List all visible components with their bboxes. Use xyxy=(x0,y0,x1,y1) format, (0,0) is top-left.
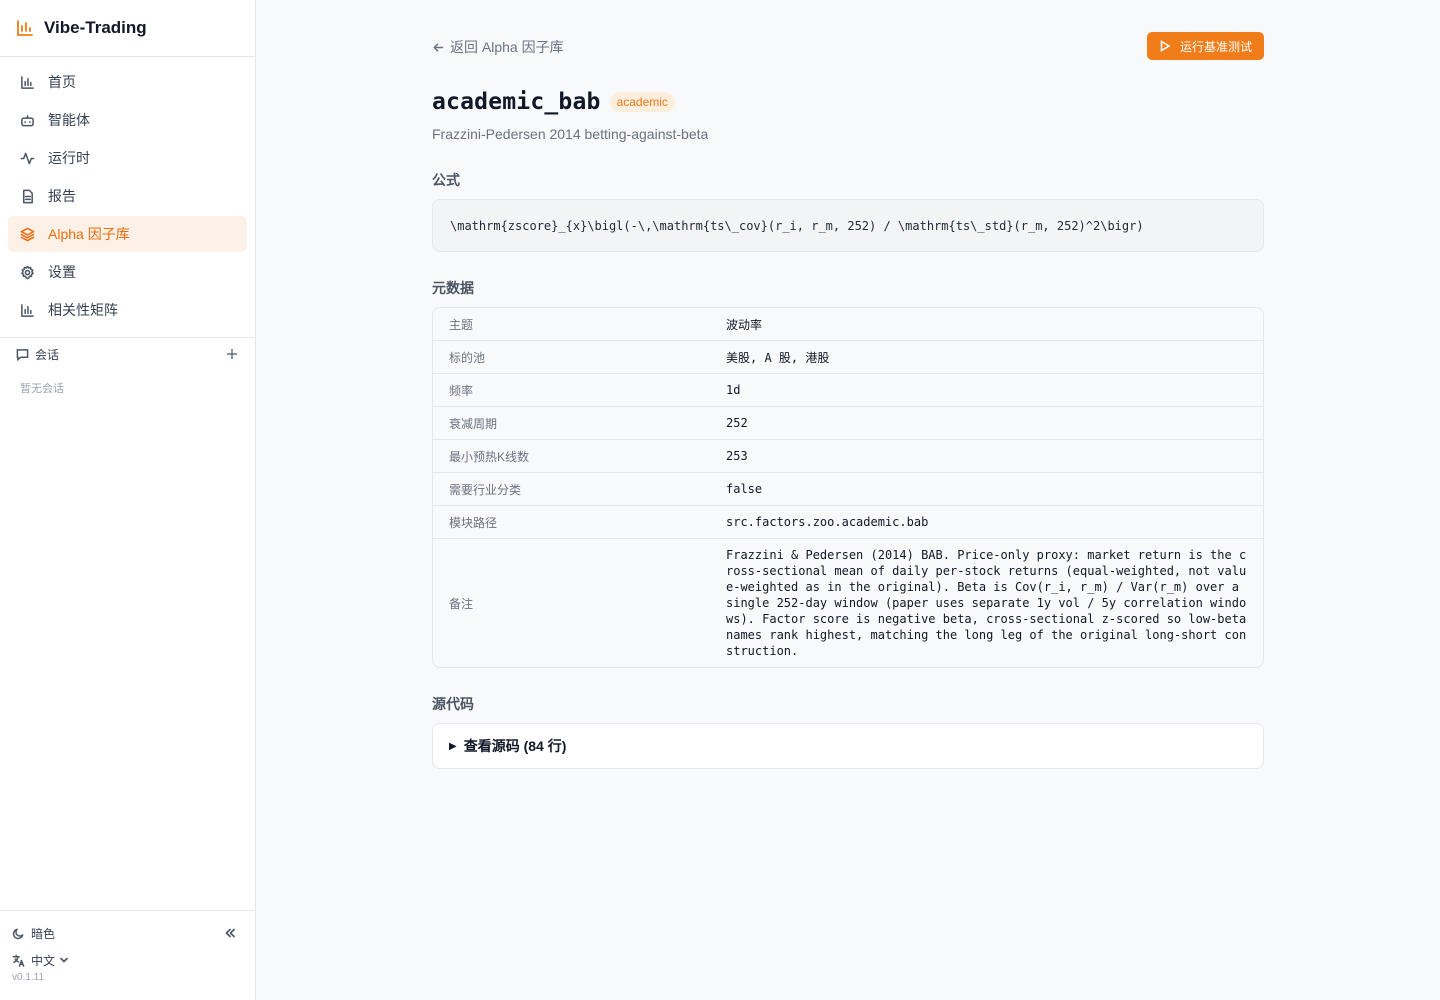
translate-icon xyxy=(12,954,25,967)
app-version: v0.1.11 xyxy=(12,972,45,983)
main-content: 返回 Alpha 因子库 运行基准测试 academic_bab academi… xyxy=(432,0,1264,769)
sidebar-item-correlation-matrix[interactable]: 相关性矩阵 xyxy=(8,292,247,328)
metadata-key: 标的池 xyxy=(449,350,486,365)
sessions-label: 会话 xyxy=(35,347,60,362)
metadata-key: 衰减周期 xyxy=(449,416,498,431)
factor-subtitle: Frazzini-Pedersen 2014 betting-against-b… xyxy=(432,126,709,142)
source-heading: 源代码 xyxy=(432,696,474,712)
bar-chart-icon xyxy=(21,303,34,317)
formula-box: \mathrm{zscore}_{x}\bigl(-\,\mathrm{ts\_… xyxy=(432,199,1264,252)
page-title: academic_bab xyxy=(432,89,601,115)
metadata-key: 最小预热K线数 xyxy=(449,449,530,464)
arrow-left-icon xyxy=(433,42,444,52)
sidebar-footer: 暗色 中文 v0.1.11 xyxy=(0,910,255,1000)
sessions-empty: 暂无会话 xyxy=(20,383,64,395)
sidebar-item-label: 设置 xyxy=(48,264,76,280)
activity-icon xyxy=(20,152,35,164)
metadata-value: Frazzini & Pedersen (2014) BAB. Price-on… xyxy=(726,548,1247,658)
back-link[interactable]: 返回 Alpha 因子库 xyxy=(432,37,564,57)
run-benchmark-label: 运行基准测试 xyxy=(1179,39,1252,54)
metadata-key: 需要行业分类 xyxy=(449,482,522,497)
sidebar-item-runtime[interactable]: 运行时 xyxy=(8,140,247,176)
sessions-header: 会话 xyxy=(0,338,255,370)
sidebar: Vibe-Trading 首页 智能体 运行时 报告 Alpha 因子库 设置 xyxy=(0,0,256,1000)
disclosure-triangle-icon: ▶ xyxy=(449,740,457,752)
table-row: 备注 Frazzini & Pedersen (2014) BAB. Price… xyxy=(433,539,1263,667)
metadata-key: 主题 xyxy=(449,317,474,332)
brand[interactable]: Vibe-Trading xyxy=(0,0,255,57)
back-label: 返回 Alpha 因子库 xyxy=(450,39,564,55)
metadata-value: 1d xyxy=(726,383,741,397)
formula-heading: 公式 xyxy=(432,172,460,188)
sidebar-item-settings[interactable]: 设置 xyxy=(8,254,247,290)
moon-icon xyxy=(12,928,24,939)
metadata-value: 253 xyxy=(726,449,748,463)
topbar: 返回 Alpha 因子库 运行基准测试 xyxy=(432,0,1264,92)
table-row: 频率 1d xyxy=(433,374,1263,407)
theme-label: 暗色 xyxy=(31,926,56,941)
document-icon xyxy=(23,189,33,203)
gear-icon xyxy=(21,265,34,279)
metadata-key: 频率 xyxy=(449,383,474,398)
table-row: 标的池 美股, A 股, 港股 xyxy=(433,341,1263,374)
sidebar-item-home[interactable]: 首页 xyxy=(8,64,247,100)
chevron-down-icon xyxy=(60,957,68,963)
bar-chart-icon xyxy=(21,75,34,89)
collapse-sidebar-icon[interactable] xyxy=(223,926,237,940)
sidebar-item-label: 智能体 xyxy=(48,112,90,128)
bot-icon xyxy=(21,114,34,126)
metadata-key: 备注 xyxy=(449,596,474,611)
theme-toggle[interactable]: 暗色 xyxy=(12,923,243,943)
table-row: 模块路径 src.factors.zoo.academic.bab xyxy=(433,506,1263,539)
sidebar-item-reports[interactable]: 报告 xyxy=(8,178,247,214)
layers-icon xyxy=(20,227,35,241)
sidebar-item-label: Alpha 因子库 xyxy=(48,226,130,242)
metadata-key: 模块路径 xyxy=(449,515,498,530)
language-select[interactable]: 中文 xyxy=(12,950,243,970)
metadata-table: 主题 波动率 标的池 美股, A 股, 港股 频率 1d 衰减周期 252 最小… xyxy=(432,307,1264,668)
chat-icon xyxy=(16,348,29,361)
metadata-value: 波动率 xyxy=(726,317,763,332)
table-row: 最小预热K线数 253 xyxy=(433,440,1263,473)
plus-icon[interactable] xyxy=(225,347,239,361)
sidebar-item-label: 报告 xyxy=(48,188,76,204)
category-badge: academic xyxy=(609,92,675,112)
sidebar-item-label: 首页 xyxy=(48,74,76,90)
metadata-value: src.factors.zoo.academic.bab xyxy=(726,515,929,529)
table-row: 需要行业分类 false xyxy=(433,473,1263,506)
source-toggle-label: 查看源码 (84 行) xyxy=(463,738,567,754)
metadata-value: 美股, A 股, 港股 xyxy=(726,350,830,365)
sidebar-item-label: 相关性矩阵 xyxy=(48,302,118,318)
sidebar-nav: 首页 智能体 运行时 报告 Alpha 因子库 设置 相关性矩阵 xyxy=(0,57,255,338)
table-row: 衰减周期 252 xyxy=(433,407,1263,440)
metadata-heading: 元数据 xyxy=(432,280,474,296)
source-code-toggle[interactable]: ▶ 查看源码 (84 行) xyxy=(432,723,1264,769)
bar-chart-icon xyxy=(17,20,33,36)
sidebar-item-label: 运行时 xyxy=(48,150,90,166)
sidebar-item-alpha-zoo[interactable]: Alpha 因子库 xyxy=(8,216,247,252)
run-benchmark-button[interactable]: 运行基准测试 xyxy=(1146,32,1264,60)
metadata-value: false xyxy=(726,482,763,496)
table-row: 主题 波动率 xyxy=(433,308,1263,341)
metadata-value: 252 xyxy=(726,416,748,430)
language-label: 中文 xyxy=(31,953,56,968)
sidebar-item-agents[interactable]: 智能体 xyxy=(8,102,247,138)
play-icon xyxy=(1160,40,1171,52)
brand-name: Vibe-Trading xyxy=(44,18,147,37)
